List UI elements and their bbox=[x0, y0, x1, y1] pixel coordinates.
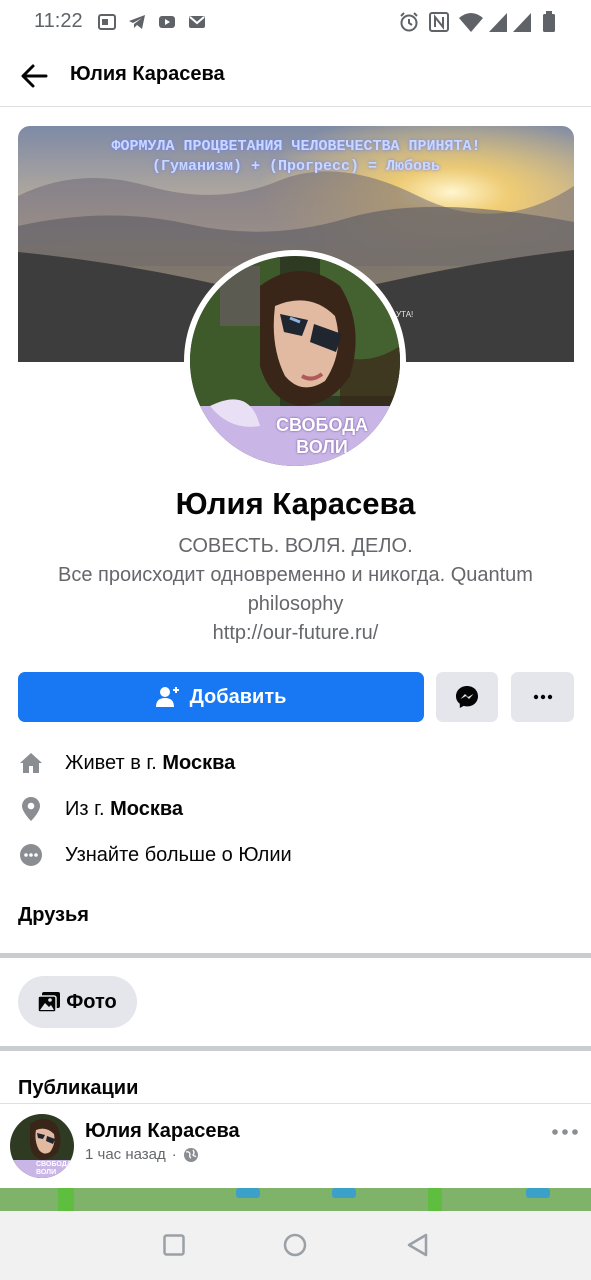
lives-in-city: Москва bbox=[162, 751, 236, 774]
post-image-art bbox=[0, 1188, 591, 1212]
info-more-about[interactable]: Узнайте больше о Юлии bbox=[18, 840, 292, 870]
from-prefix: Из г. bbox=[65, 797, 105, 820]
more-about-text: Узнайте больше о Юлии bbox=[65, 843, 292, 866]
post-time[interactable]: 1 час назад bbox=[85, 1146, 166, 1163]
post-options-icon[interactable] bbox=[551, 1122, 579, 1142]
photos-icon bbox=[38, 992, 61, 1012]
post-avatar-caption: СВОБОДА ВОЛИ bbox=[36, 1161, 72, 1176]
gmail-icon bbox=[189, 16, 205, 28]
profile-picture-caption-line1: СВОБОДА bbox=[275, 415, 369, 435]
post-image[interactable] bbox=[0, 1188, 591, 1212]
profile-picture-caption: СВОБОДА ВОЛИ bbox=[272, 414, 372, 458]
add-friend-button[interactable]: Добавить bbox=[18, 672, 424, 722]
post-meta: 1 час назад · bbox=[85, 1146, 199, 1163]
more-options-button[interactable] bbox=[511, 672, 574, 722]
from-city: Москва bbox=[110, 797, 183, 820]
more-circle-icon bbox=[18, 842, 44, 868]
telegram-icon bbox=[129, 15, 145, 29]
home-icon bbox=[18, 750, 44, 776]
photos-chip-label: Фото bbox=[66, 990, 117, 1013]
section-divider-2 bbox=[0, 1046, 591, 1051]
bio-line-3: philosophy bbox=[247, 593, 344, 615]
app-bar-title: Юлия Карасева bbox=[70, 63, 225, 85]
app-bar: Юлия Карасева bbox=[0, 44, 591, 107]
nfc-icon bbox=[429, 12, 449, 32]
profile-picture[interactable]: СВОБОДА ВОЛИ bbox=[190, 256, 400, 466]
signal-icon bbox=[489, 13, 507, 32]
from-text: Из г. Москва bbox=[65, 798, 183, 821]
battery-icon bbox=[543, 11, 555, 32]
bio-line-2: Все происходит одновременно и никогда. Q… bbox=[58, 564, 533, 586]
add-friend-icon bbox=[155, 687, 179, 707]
alarm-icon bbox=[400, 12, 418, 32]
lives-in-text: Живет в г. Москва bbox=[65, 752, 235, 775]
post-divider bbox=[0, 1103, 591, 1104]
profile-picture-caption-line2: ВОЛИ bbox=[296, 437, 348, 457]
location-pin-icon bbox=[18, 796, 44, 822]
profile-name: Юлия Карасева bbox=[175, 486, 416, 521]
status-time: 11:22 bbox=[34, 10, 83, 32]
friends-heading[interactable]: Друзья bbox=[18, 904, 89, 927]
status-bar: 11:22 bbox=[0, 0, 591, 44]
publications-heading: Публикации bbox=[18, 1077, 139, 1099]
add-friend-label: Добавить bbox=[189, 685, 287, 708]
post-meta-separator: · bbox=[171, 1146, 177, 1163]
messenger-icon bbox=[456, 686, 478, 708]
outlook-icon bbox=[98, 14, 116, 30]
globe-icon bbox=[183, 1147, 198, 1162]
cover-text-line2: (Гуманизм) + (Прогресс) = Любовь bbox=[151, 158, 441, 175]
home-button-icon[interactable] bbox=[283, 1233, 307, 1257]
lives-in-prefix: Живет в г. bbox=[65, 751, 157, 774]
back-arrow-icon[interactable] bbox=[18, 60, 50, 92]
bio-link[interactable]: http://our-future.ru/ bbox=[20, 619, 571, 648]
messenger-button[interactable] bbox=[436, 672, 498, 722]
section-divider-1 bbox=[0, 953, 591, 958]
wifi-icon bbox=[459, 13, 483, 32]
photos-chip[interactable]: Фото bbox=[18, 976, 137, 1028]
cover-small-text: УТА! bbox=[396, 310, 414, 319]
system-navigation-bar bbox=[0, 1211, 591, 1280]
info-lives-in[interactable]: Живет в г. Москва bbox=[18, 748, 235, 778]
post-author-avatar[interactable]: СВОБОДА ВОЛИ bbox=[10, 1114, 74, 1178]
more-dots-icon bbox=[533, 694, 552, 700]
back-button-icon[interactable] bbox=[406, 1233, 428, 1257]
bio-line-1: СОВЕСТЬ. ВОЛЯ. ДЕЛО. bbox=[178, 535, 413, 557]
post-author-name[interactable]: Юлия Карасева bbox=[85, 1120, 240, 1143]
recent-apps-icon[interactable] bbox=[163, 1234, 185, 1256]
profile-bio: СОВЕСТЬ. ВОЛЯ. ДЕЛО. Все происходит одно… bbox=[20, 532, 571, 648]
info-from[interactable]: Из г. Москва bbox=[18, 794, 183, 824]
youtube-icon bbox=[159, 16, 175, 28]
cover-text-line1: ФОРМУЛА ПРОЦВЕТАНИЯ ЧЕЛОВЕЧЕСТВА ПРИНЯТА… bbox=[111, 138, 481, 155]
signal-icon-2 bbox=[513, 13, 531, 32]
